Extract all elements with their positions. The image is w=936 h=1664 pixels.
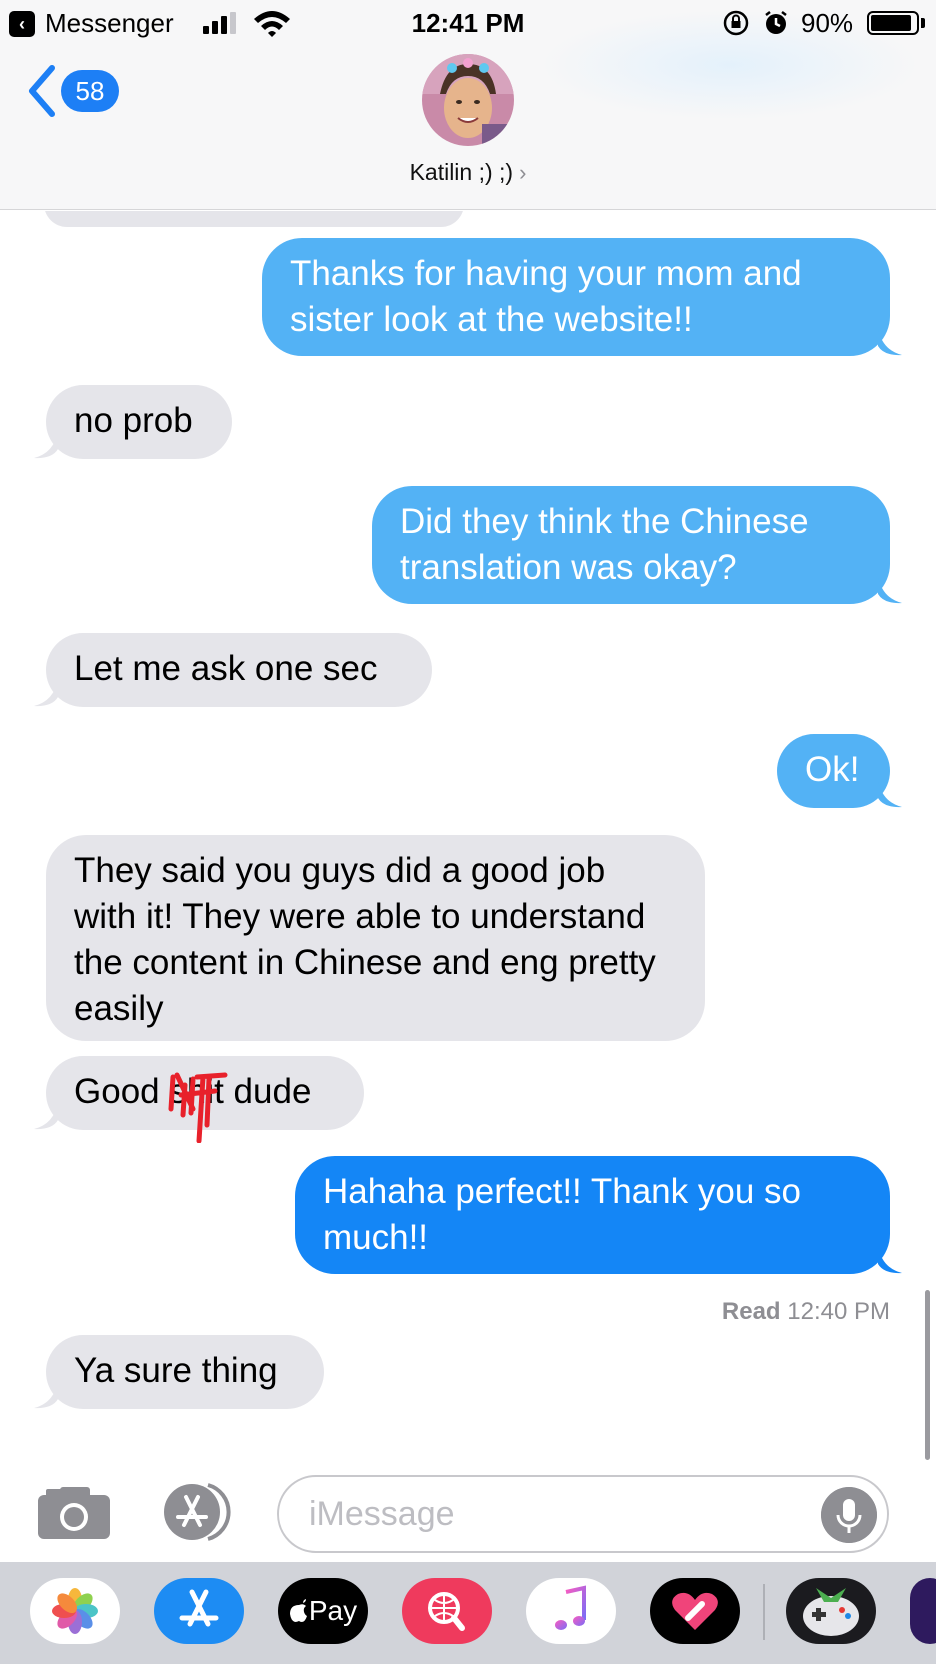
- bubble-tail: [878, 328, 902, 356]
- message-text-start: Good: [74, 1072, 170, 1111]
- read-receipt-time: 12:40 PM: [787, 1298, 890, 1325]
- apple-logo-icon: [289, 1599, 307, 1622]
- message-input-placeholder: iMessage: [309, 1495, 455, 1533]
- bubble-tail: [34, 1381, 58, 1409]
- camera-icon[interactable]: [36, 1485, 112, 1541]
- contact-name[interactable]: Katilin ;) ;) ›: [0, 159, 936, 186]
- scribble-censor-icon: [168, 1072, 228, 1143]
- unread-count-badge[interactable]: 58: [61, 70, 119, 112]
- bubble-tail: [34, 1102, 58, 1130]
- compose-bar: iMessage: [0, 1465, 936, 1559]
- bubble-tail: [878, 576, 902, 604]
- message-bubble-outgoing[interactable]: Did they think the Chinese translation w…: [372, 486, 902, 604]
- app-store-icon[interactable]: [154, 1578, 244, 1644]
- message-text: Hahaha perfect!! Thank you so much!!: [323, 1172, 801, 1257]
- photos-icon[interactable]: [30, 1578, 120, 1644]
- music-icon[interactable]: [526, 1578, 616, 1644]
- bubble-tail: [34, 431, 58, 459]
- partial-message-bubble: [44, 211, 464, 227]
- alarm-icon: [765, 11, 787, 34]
- message-bubble-incoming[interactable]: no prob: [34, 385, 232, 459]
- battery-level: [871, 15, 911, 31]
- contact-name-label: Katilin ;) ;): [409, 159, 514, 185]
- bubble-tail: [878, 1246, 902, 1274]
- message-text: Ok!: [805, 750, 860, 789]
- battery-percentage: 90%: [801, 8, 854, 38]
- censored-word: shit: [168, 1069, 228, 1143]
- contact-details-chevron-icon: ›: [519, 160, 527, 185]
- message-text-end: dude: [223, 1072, 312, 1111]
- message-text: They said you guys did a good job with i…: [74, 851, 656, 1028]
- bubble-tail: [34, 679, 58, 707]
- bubble-tail: [878, 780, 902, 808]
- message-bubble-incoming[interactable]: Let me ask one sec: [34, 633, 432, 707]
- battery-icon: [867, 11, 919, 35]
- microphone-icon[interactable]: [821, 1487, 877, 1543]
- message-text: Ya sure thing: [74, 1351, 278, 1390]
- back-chevron-icon[interactable]: [26, 64, 58, 118]
- drawer-divider: [763, 1584, 765, 1640]
- read-receipt-label: Read: [721, 1298, 781, 1325]
- message-text: Did they think the Chinese translation w…: [400, 502, 809, 587]
- contact-avatar[interactable]: [422, 54, 514, 146]
- message-bubble-incoming[interactable]: They said you guys did a good job with i…: [46, 835, 705, 1041]
- game-bird-icon[interactable]: [786, 1578, 876, 1644]
- battery-tip: [921, 18, 925, 28]
- message-bubble-outgoing[interactable]: Thanks for having your mom and sister lo…: [262, 238, 902, 356]
- message-bubble-outgoing[interactable]: Hahaha perfect!! Thank you so much!!: [295, 1156, 902, 1274]
- message-bubble-incoming[interactable]: Ya sure thing: [34, 1335, 324, 1409]
- message-text: Thanks for having your mom and sister lo…: [290, 254, 802, 339]
- image-search-icon[interactable]: [402, 1578, 492, 1644]
- partial-app-icon[interactable]: [910, 1578, 936, 1644]
- message-text: no prob: [74, 401, 193, 440]
- conversation-thread[interactable]: Thanks for having your mom and sister lo…: [0, 211, 936, 1465]
- message-input[interactable]: iMessage: [277, 1475, 889, 1553]
- imessage-app-drawer: Pay: [0, 1562, 936, 1664]
- message-text: Let me ask one sec: [74, 649, 378, 688]
- status-time: 12:41 PM: [411, 8, 525, 38]
- message-bubble-incoming[interactable]: Good shit dude: [34, 1056, 364, 1143]
- status-bar: ‹ Messenger 12:41 PM 90%: [0, 0, 936, 46]
- app-store-drawer-icon[interactable]: [158, 1481, 240, 1543]
- apple-pay-icon[interactable]: Pay: [278, 1578, 368, 1644]
- rotation-lock-icon: [723, 10, 749, 36]
- read-receipt: Read 12:40 PM: [722, 1298, 890, 1326]
- apple-pay-label: Pay: [308, 1595, 358, 1626]
- message-bubble-outgoing[interactable]: Ok!: [777, 734, 902, 808]
- conversation-header: ‹ Messenger 12:41 PM 90% 58 Katilin ;) ;…: [0, 0, 936, 210]
- scroll-indicator[interactable]: [925, 1290, 930, 1460]
- digital-touch-icon[interactable]: [650, 1578, 740, 1644]
